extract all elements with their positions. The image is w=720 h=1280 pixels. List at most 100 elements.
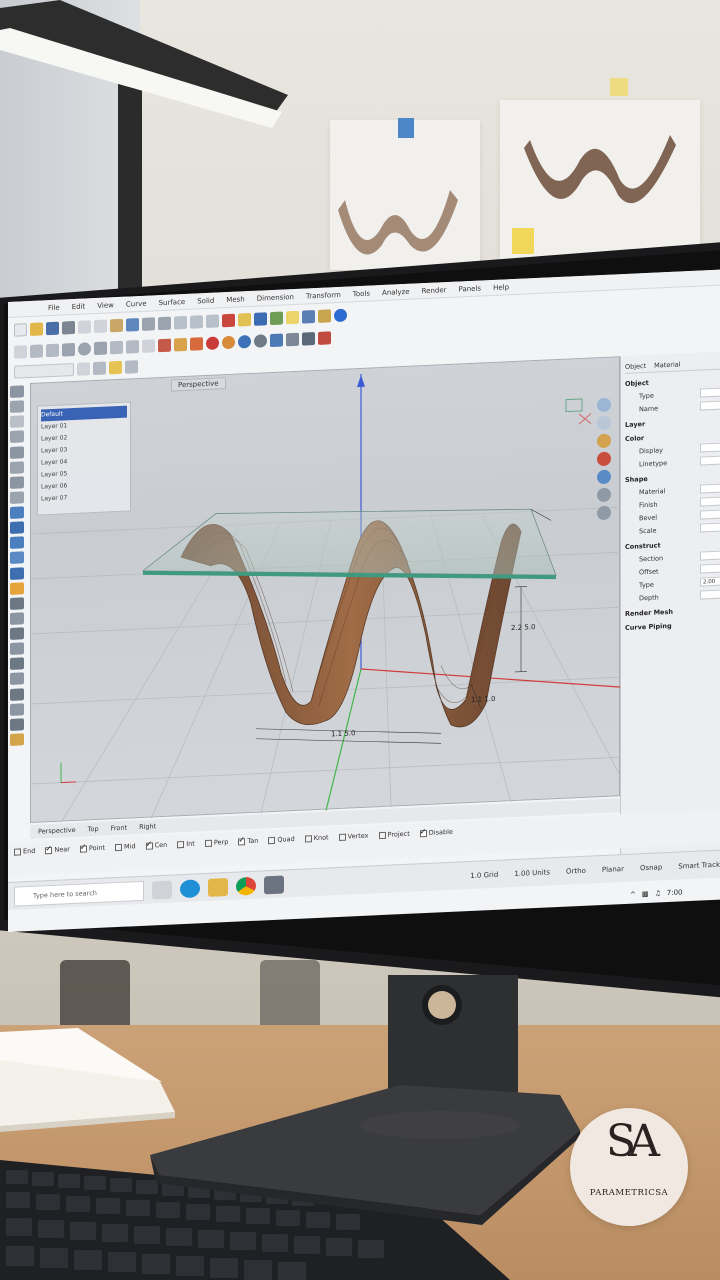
status-item[interactable]: Ortho <box>566 866 586 875</box>
viewport-tab[interactable]: Top <box>88 825 99 833</box>
mesh-tool-icon[interactable] <box>10 536 24 550</box>
osnap-option[interactable]: Project <box>378 830 410 839</box>
tab-object[interactable]: Object <box>625 362 646 371</box>
join-tool-icon[interactable] <box>10 718 24 731</box>
select-tool-icon[interactable] <box>10 385 24 398</box>
point-icon[interactable] <box>14 344 27 359</box>
network-icon[interactable]: ▩ <box>642 890 649 898</box>
property-field[interactable] <box>700 521 720 533</box>
osnap-option[interactable]: Int <box>177 840 195 849</box>
osnap-option[interactable]: Tan <box>238 837 258 846</box>
copy-tool-icon[interactable] <box>10 612 24 625</box>
section-heading[interactable]: Object <box>625 374 720 388</box>
transform-tool-icon[interactable] <box>10 581 24 595</box>
zoom-extents-icon[interactable] <box>206 313 219 328</box>
osnap-option[interactable]: Disable <box>419 828 453 838</box>
section-heading[interactable]: Construct <box>625 537 720 551</box>
point-tool-icon[interactable] <box>10 400 24 414</box>
paste-icon[interactable] <box>110 318 123 332</box>
section-heading[interactable]: Render Mesh <box>625 604 720 618</box>
property-field[interactable] <box>700 549 720 561</box>
property-field[interactable] <box>700 454 720 466</box>
perspective-viewport[interactable]: 2.2 5.0 1.1 5.0 1.1 1.0 Perspective Defa… <box>30 356 621 824</box>
chevron-up-icon[interactable]: ^ <box>630 890 636 898</box>
sphere-tool-icon[interactable] <box>10 566 24 580</box>
clock[interactable]: 7:00 <box>667 888 683 897</box>
section-heading[interactable]: Color <box>625 429 720 443</box>
snap-icon[interactable] <box>77 361 90 376</box>
osnap-option[interactable]: End <box>14 847 35 856</box>
command-input-icon[interactable] <box>14 362 74 379</box>
options-icon[interactable] <box>318 308 331 323</box>
ellipse-tool-icon[interactable] <box>10 460 24 474</box>
explode-tool-icon[interactable] <box>10 733 24 746</box>
file-explorer-icon[interactable] <box>208 877 228 897</box>
osnap-option[interactable]: Perp <box>204 838 228 847</box>
shade-icon[interactable] <box>597 451 611 467</box>
section-heading[interactable]: Layer <box>625 415 720 429</box>
text-icon[interactable] <box>142 338 155 353</box>
osnap-option[interactable]: Cen <box>145 841 167 850</box>
status-item[interactable]: Smart Track <box>678 860 720 870</box>
render-mode-icon[interactable] <box>597 469 611 485</box>
circle-icon[interactable] <box>78 341 91 356</box>
select-icon[interactable] <box>222 313 235 327</box>
property-field[interactable] <box>700 482 720 494</box>
open-folder-icon[interactable] <box>30 321 43 336</box>
split-tool-icon[interactable] <box>10 702 24 716</box>
menu-item[interactable]: Curve <box>126 299 147 308</box>
status-item[interactable]: 1.0 Grid <box>470 870 498 879</box>
polygon-tool-icon[interactable] <box>10 491 24 504</box>
menu-item[interactable]: Dimension <box>257 293 294 303</box>
layer-row[interactable]: Layer 07 <box>41 490 127 506</box>
menu-item[interactable]: Panels <box>459 284 482 293</box>
move-tool-icon[interactable] <box>10 597 24 610</box>
edge-browser-icon[interactable] <box>180 878 200 898</box>
menu-item[interactable]: View <box>97 301 114 310</box>
menu-item[interactable]: Analyze <box>382 287 410 296</box>
status-item[interactable]: Planar <box>602 865 624 874</box>
curve-tool-icon[interactable] <box>10 415 24 429</box>
circle-tool-icon[interactable] <box>10 430 24 444</box>
solid-tool-icon[interactable] <box>10 521 24 535</box>
layer-icon[interactable] <box>238 312 251 327</box>
boolean-icon[interactable] <box>270 333 283 347</box>
ortho-icon[interactable] <box>109 360 122 374</box>
rectangle-icon[interactable] <box>110 340 123 354</box>
layers-toggle-icon[interactable] <box>597 487 611 503</box>
scale-tool-icon[interactable] <box>10 642 24 656</box>
box-icon[interactable] <box>238 334 251 349</box>
rhino-app-icon[interactable] <box>264 874 284 894</box>
osnap-option[interactable]: Quad <box>268 835 295 844</box>
taskbar-search[interactable]: Type here to search <box>14 880 144 907</box>
property-field[interactable] <box>700 495 720 507</box>
property-field[interactable]: 2.00 <box>700 575 720 587</box>
pan-icon[interactable] <box>142 316 155 331</box>
menu-item[interactable]: Transform <box>306 290 341 300</box>
view-gizmo-icon[interactable] <box>565 398 592 425</box>
chrome-browser-icon[interactable] <box>236 876 256 896</box>
contour-icon[interactable] <box>286 332 299 346</box>
viewport-tab[interactable]: Front <box>111 824 127 833</box>
menu-item[interactable]: Render <box>422 286 447 295</box>
print-icon[interactable] <box>62 320 75 335</box>
zoom-in-icon[interactable] <box>597 397 611 413</box>
rotate-icon[interactable] <box>158 316 171 330</box>
mirror-tool-icon[interactable] <box>10 657 24 671</box>
osnap-option[interactable]: Mid <box>115 842 136 851</box>
property-field[interactable] <box>700 399 720 411</box>
material-icon[interactable] <box>270 311 283 325</box>
zoom-window-icon[interactable] <box>190 314 203 329</box>
extrude-tool-icon[interactable] <box>10 551 24 565</box>
osnap-option[interactable]: Near <box>45 845 70 854</box>
render-preview-icon[interactable] <box>318 330 331 345</box>
menu-item[interactable]: Surface <box>159 297 186 306</box>
property-field[interactable] <box>700 508 720 520</box>
cylinder-icon[interactable] <box>254 333 267 348</box>
arc-tool-icon[interactable] <box>10 445 24 459</box>
menu-item[interactable]: File <box>48 303 60 312</box>
array-tool-icon[interactable] <box>10 672 24 686</box>
undo-icon[interactable] <box>126 317 139 332</box>
loft-icon[interactable] <box>190 336 203 351</box>
trim-tool-icon[interactable] <box>10 687 24 701</box>
